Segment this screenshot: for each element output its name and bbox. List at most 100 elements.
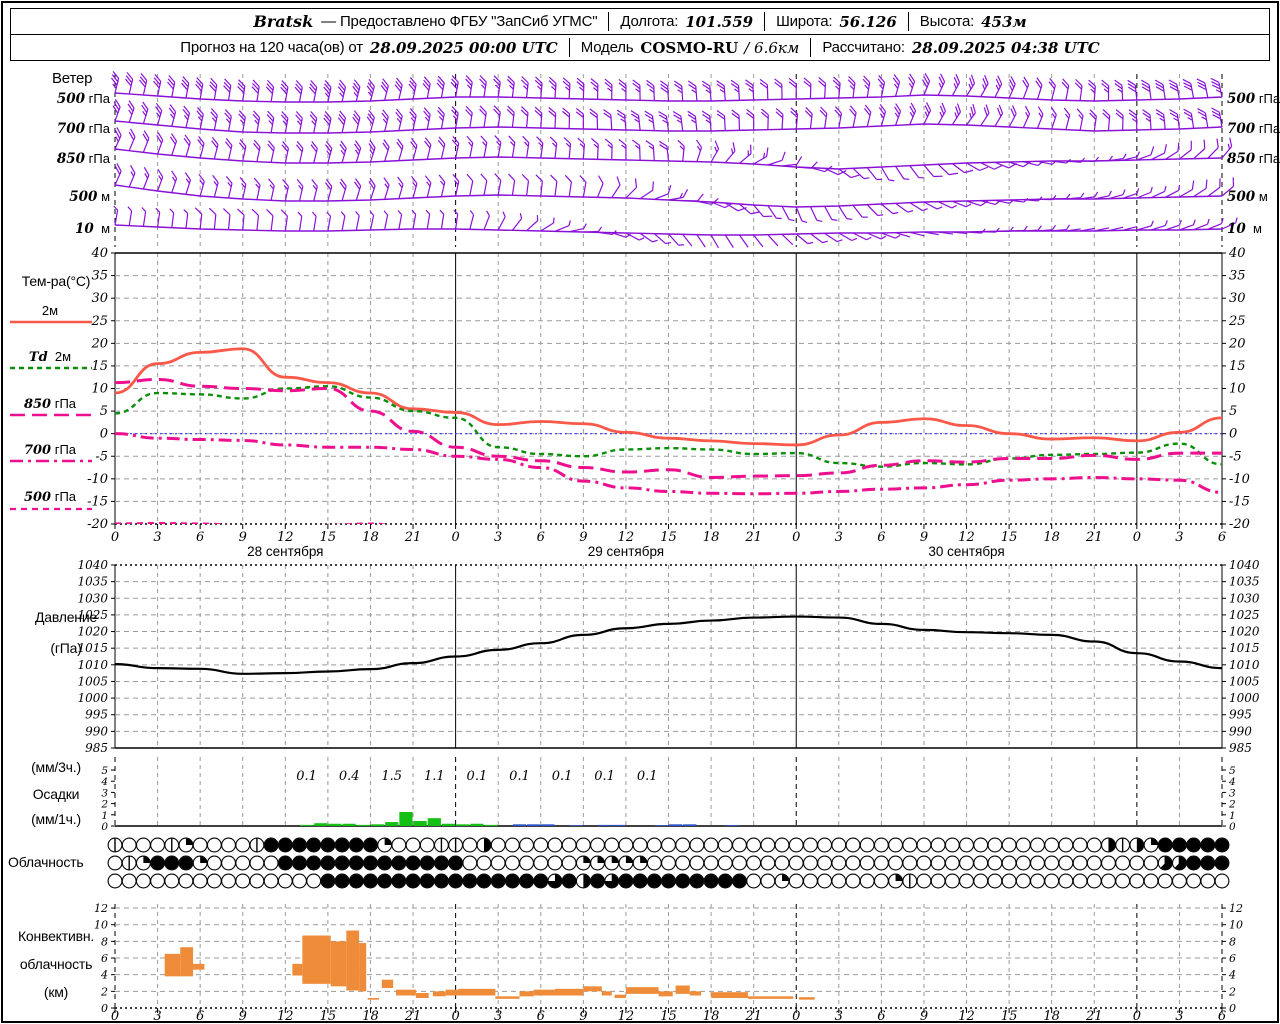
svg-text:6: 6 <box>877 530 885 545</box>
svg-text:3: 3 <box>153 530 161 545</box>
svg-text:35: 35 <box>1229 269 1246 284</box>
svg-text:18: 18 <box>703 1009 720 1024</box>
svg-text:0: 0 <box>1229 427 1237 442</box>
svg-text:9: 9 <box>239 1009 247 1024</box>
svg-text:6: 6 <box>537 1009 545 1024</box>
svg-text:3: 3 <box>835 1009 843 1024</box>
svg-text:10: 10 <box>1229 382 1246 397</box>
wind-level-label-500m: 500 м <box>69 189 110 205</box>
svg-text:0: 0 <box>111 1009 119 1024</box>
svg-text:20: 20 <box>1228 336 1246 351</box>
svg-text:5: 5 <box>100 404 108 419</box>
forecast-run-time: 28.09.2025 00:00 UTC <box>369 38 558 57</box>
svg-text:30 сентября: 30 сентября <box>928 544 1004 559</box>
svg-text:0: 0 <box>100 427 108 442</box>
latitude-label: Широта: <box>776 13 833 30</box>
svg-text:1000: 1000 <box>1229 691 1260 705</box>
longitude-label: Долгота: <box>620 13 679 30</box>
svg-text:6: 6 <box>1218 1009 1226 1024</box>
svg-text:21: 21 <box>404 1009 422 1024</box>
svg-text:6: 6 <box>877 1009 885 1024</box>
svg-text:-15: -15 <box>1229 494 1250 509</box>
svg-text:0.1: 0.1 <box>467 769 488 784</box>
svg-text:15: 15 <box>1229 359 1246 374</box>
precip-unit-3h-label: (мм/3ч.) <box>31 759 81 775</box>
svg-text:3: 3 <box>835 530 843 545</box>
cloudiness-panel-title: Облачность <box>8 854 84 870</box>
svg-text:6: 6 <box>1229 952 1236 965</box>
svg-text:3: 3 <box>1229 787 1236 799</box>
svg-text:985: 985 <box>85 741 108 755</box>
convective-title-2: облачность <box>19 956 93 972</box>
svg-text:18: 18 <box>1043 530 1060 545</box>
wind-level-label-850hpa: 850 гПа <box>56 151 110 167</box>
svg-text:12: 12 <box>94 902 108 915</box>
svg-text:3: 3 <box>1175 530 1183 545</box>
svg-text:18: 18 <box>703 530 720 545</box>
svg-text:12: 12 <box>1229 902 1243 915</box>
svg-text:1010: 1010 <box>77 658 108 672</box>
svg-text:985: 985 <box>1229 741 1252 755</box>
svg-text:9: 9 <box>920 1009 928 1024</box>
latitude-value: 56.126 <box>839 12 897 31</box>
svg-text:18: 18 <box>362 1009 379 1024</box>
svg-text:0.1: 0.1 <box>594 769 615 784</box>
svg-text:-10: -10 <box>1229 472 1250 487</box>
svg-text:6: 6 <box>196 1009 204 1024</box>
svg-text:10: 10 <box>91 382 108 397</box>
svg-text:0: 0 <box>1133 1009 1141 1024</box>
svg-text:40: 40 <box>90 246 108 261</box>
svg-text:0.1: 0.1 <box>509 769 530 784</box>
svg-text:15: 15 <box>1001 1009 1018 1024</box>
svg-text:3: 3 <box>1175 1009 1183 1024</box>
calc-label: Рассчитано: <box>822 39 905 56</box>
svg-text:12: 12 <box>618 530 635 545</box>
svg-text:15: 15 <box>320 530 337 545</box>
svg-text:21: 21 <box>744 530 762 545</box>
svg-text:0: 0 <box>1229 1002 1236 1015</box>
svg-text:3: 3 <box>494 1009 502 1024</box>
svg-text:990: 990 <box>1229 724 1252 738</box>
legend-t850: 850 гПа <box>23 396 77 412</box>
svg-text:12: 12 <box>958 530 975 545</box>
svg-text:6: 6 <box>537 530 545 545</box>
svg-text:0: 0 <box>1133 530 1141 545</box>
svg-text:12: 12 <box>277 1009 294 1024</box>
svg-text:9: 9 <box>579 530 587 545</box>
legend-td2m: Td 2м <box>28 349 72 365</box>
svg-text:995: 995 <box>1229 708 1252 722</box>
svg-text:3: 3 <box>153 1009 161 1024</box>
svg-text:4: 4 <box>1228 969 1236 982</box>
svg-text:1030: 1030 <box>77 591 108 605</box>
svg-text:12: 12 <box>958 1009 975 1024</box>
precip-unit-1h-label: (мм/1ч.) <box>31 811 81 827</box>
station-name: Bratsk <box>253 12 314 31</box>
svg-text:1.1: 1.1 <box>424 769 445 784</box>
svg-text:29 сентября: 29 сентября <box>588 544 664 559</box>
svg-text:1020: 1020 <box>77 625 108 639</box>
svg-text:1020: 1020 <box>1229 625 1260 639</box>
svg-text:1035: 1035 <box>77 575 108 589</box>
svg-text:0: 0 <box>451 530 459 545</box>
header-separator <box>608 12 610 31</box>
svg-text:1.5: 1.5 <box>381 769 402 784</box>
header-separator <box>810 38 812 57</box>
svg-text:3: 3 <box>494 530 502 545</box>
svg-text:12: 12 <box>618 1009 635 1024</box>
header-separator <box>568 38 570 57</box>
svg-text:1005: 1005 <box>77 674 108 688</box>
legend-t2m: 2м <box>41 303 59 318</box>
pressure-panel-title: Давление <box>34 609 98 625</box>
header-row-model: Прогноз на 120 часа(ов) от 28.09.2025 00… <box>11 35 1269 60</box>
header-separator <box>907 12 909 31</box>
header-separator <box>764 12 766 31</box>
wind-level-label-500hpa: 500 гПа <box>56 91 110 107</box>
svg-text:28 сентября: 28 сентября <box>247 544 323 559</box>
wind-barbs-layer <box>110 70 1238 249</box>
altitude-label: Высота: <box>919 13 975 30</box>
model-name: COSMO-RU <box>640 38 739 57</box>
svg-text:12: 12 <box>277 530 294 545</box>
precip-layer: 0.1 0.4 1.5 1.1 0.1 0.1 0.1 0.1 0.1 <box>296 769 739 826</box>
svg-text:21: 21 <box>404 530 422 545</box>
svg-text:15: 15 <box>660 1009 677 1024</box>
